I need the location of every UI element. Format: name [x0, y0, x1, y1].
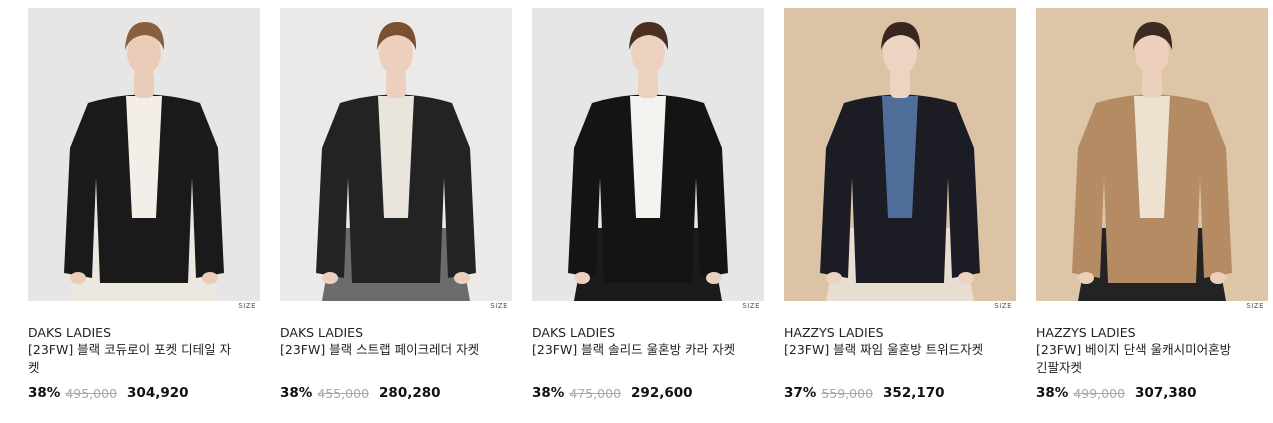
product-title[interactable]: [23FW] 블랙 솔리드 울혼방 카라 자켓: [532, 341, 764, 377]
price-row: 38% 499,000 307,380: [1036, 383, 1268, 403]
product-image[interactable]: [784, 8, 1016, 301]
brand-name[interactable]: HAZZYS LADIES: [784, 324, 1016, 341]
original-price: 455,000: [317, 385, 370, 401]
brand-name[interactable]: DAKS LADIES: [28, 324, 260, 341]
original-price: 475,000: [569, 385, 622, 401]
product-card-1[interactable]: SIZE DAKS LADIES [23FW] 블랙 코듀로이 포켓 디테일 자…: [28, 8, 260, 403]
original-price: 499,000: [1073, 385, 1126, 401]
size-label[interactable]: SIZE: [1246, 302, 1264, 310]
sale-price: 352,170: [883, 385, 945, 401]
product-photo: [784, 8, 1016, 301]
product-photo: [28, 8, 260, 301]
price-row: 37% 559,000 352,170: [784, 383, 1016, 403]
discount-rate: 37%: [784, 385, 817, 401]
product-image[interactable]: [532, 8, 764, 301]
price-row: 38% 455,000 280,280: [280, 383, 512, 403]
size-label[interactable]: SIZE: [490, 302, 508, 310]
size-row: SIZE: [28, 301, 260, 315]
discount-rate: 38%: [1036, 385, 1069, 401]
product-image[interactable]: [28, 8, 260, 301]
product-photo: [1036, 8, 1268, 301]
product-card-2[interactable]: SIZE DAKS LADIES [23FW] 블랙 스트랩 페이크레더 자켓 …: [280, 8, 512, 403]
product-photo: [532, 8, 764, 301]
brand-name[interactable]: HAZZYS LADIES: [1036, 324, 1268, 341]
product-card-4[interactable]: SIZE HAZZYS LADIES [23FW] 블랙 짜임 울혼방 트위드자…: [784, 8, 1016, 403]
sale-price: 292,600: [631, 385, 693, 401]
discount-rate: 38%: [532, 385, 565, 401]
sale-price: 307,380: [1135, 385, 1197, 401]
product-photo: [280, 8, 512, 301]
size-label[interactable]: SIZE: [238, 302, 256, 310]
product-title[interactable]: [23FW] 베이지 단색 울캐시미어혼방 긴팔자켓: [1036, 341, 1268, 377]
original-price: 495,000: [65, 385, 118, 401]
size-row: SIZE: [532, 301, 764, 315]
product-image[interactable]: [280, 8, 512, 301]
original-price: 559,000: [821, 385, 874, 401]
product-grid: SIZE DAKS LADIES [23FW] 블랙 코듀로이 포켓 디테일 자…: [28, 8, 1268, 403]
price-row: 38% 475,000 292,600: [532, 383, 764, 403]
brand-name[interactable]: DAKS LADIES: [280, 324, 512, 341]
size-row: SIZE: [280, 301, 512, 315]
product-image[interactable]: [1036, 8, 1268, 301]
product-title[interactable]: [23FW] 블랙 짜임 울혼방 트위드자켓: [784, 341, 1016, 377]
product-card-3[interactable]: SIZE DAKS LADIES [23FW] 블랙 솔리드 울혼방 카라 자켓…: [532, 8, 764, 403]
price-row: 38% 495,000 304,920: [28, 383, 260, 403]
discount-rate: 38%: [28, 385, 61, 401]
product-title[interactable]: [23FW] 블랙 스트랩 페이크레더 자켓: [280, 341, 512, 377]
sale-price: 304,920: [127, 385, 189, 401]
size-label[interactable]: SIZE: [994, 302, 1012, 310]
size-row: SIZE: [1036, 301, 1268, 315]
discount-rate: 38%: [280, 385, 313, 401]
sale-price: 280,280: [379, 385, 441, 401]
product-title[interactable]: [23FW] 블랙 코듀로이 포켓 디테일 자켓: [28, 341, 260, 377]
size-row: SIZE: [784, 301, 1016, 315]
size-label[interactable]: SIZE: [742, 302, 760, 310]
brand-name[interactable]: DAKS LADIES: [532, 324, 764, 341]
product-card-5[interactable]: SIZE HAZZYS LADIES [23FW] 베이지 단색 울캐시미어혼방…: [1036, 8, 1268, 403]
